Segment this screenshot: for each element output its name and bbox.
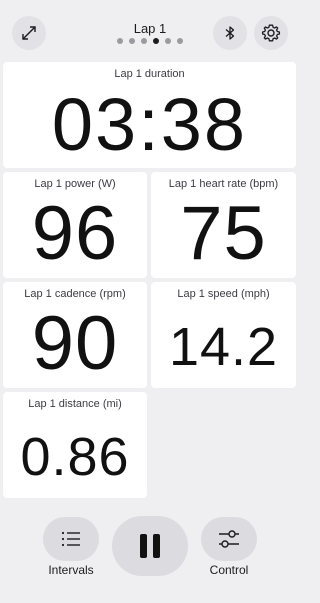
- cadence-card: Lap 1 cadence (rpm) 90: [3, 282, 147, 388]
- control-button[interactable]: [201, 517, 257, 561]
- gear-icon: [261, 24, 281, 42]
- page-dot[interactable]: [141, 38, 147, 44]
- heart-rate-label: Lap 1 heart rate (bpm): [168, 178, 279, 190]
- power-value: 96: [31, 191, 119, 276]
- pause-icon: [140, 534, 160, 558]
- bluetooth-button[interactable]: [213, 16, 247, 50]
- duration-card: Lap 1 duration 03:38: [3, 62, 296, 168]
- bluetooth-icon: [225, 26, 235, 40]
- page-dot[interactable]: [129, 38, 135, 44]
- sliders-icon: [219, 530, 239, 548]
- distance-value: 0.86: [20, 427, 130, 487]
- page-dot[interactable]: [117, 38, 123, 44]
- page-dot[interactable]: [177, 38, 183, 44]
- list-icon: [61, 531, 80, 547]
- pause-button[interactable]: [112, 516, 188, 576]
- heart-rate-value: 75: [180, 191, 267, 276]
- distance-label: Lap 1 distance (mi): [28, 398, 122, 410]
- heart-rate-card: Lap 1 heart rate (bpm) 75: [151, 172, 296, 278]
- page-dot-active[interactable]: [153, 38, 159, 44]
- expand-button[interactable]: [12, 16, 46, 50]
- distance-card: Lap 1 distance (mi) 0.86: [3, 392, 147, 498]
- page-title: Lap 1: [133, 21, 167, 36]
- cadence-value: 90: [31, 301, 119, 386]
- speed-label: Lap 1 speed (mph): [177, 288, 270, 300]
- intervals-label: Intervals: [48, 563, 94, 577]
- intervals-button[interactable]: [43, 517, 99, 561]
- control-label: Control: [209, 563, 249, 577]
- page-dot[interactable]: [165, 38, 171, 44]
- speed-value: 14.2: [168, 317, 279, 377]
- power-label: Lap 1 power (W): [34, 178, 116, 190]
- workout-screen: Lap 1 Lap 1 duration 03:38 Lap 1 power (…: [0, 0, 300, 603]
- power-card: Lap 1 power (W) 96: [3, 172, 147, 278]
- duration-label: Lap 1 duration: [114, 68, 185, 80]
- cadence-label: Lap 1 cadence (rpm): [24, 288, 126, 300]
- speed-card: Lap 1 speed (mph) 14.2: [151, 282, 296, 388]
- settings-button[interactable]: [254, 16, 288, 50]
- duration-value: 03:38: [51, 83, 248, 166]
